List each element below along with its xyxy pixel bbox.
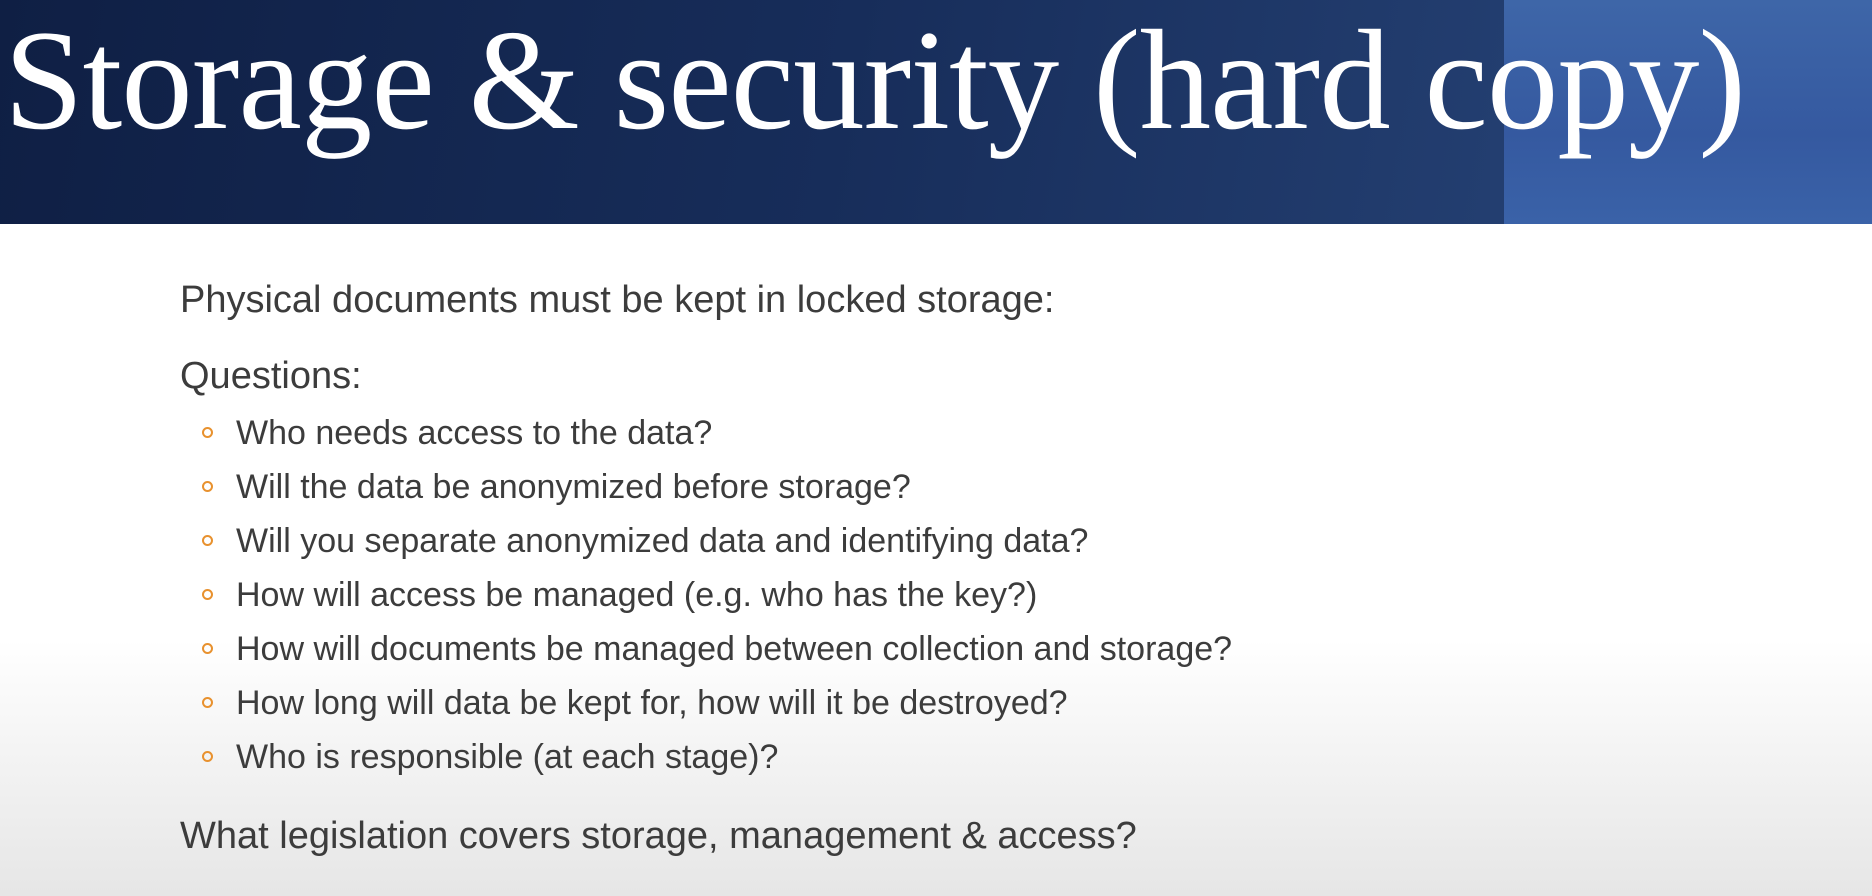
- hollow-circle-bullet-icon: [202, 427, 213, 438]
- hollow-circle-bullet-icon: [202, 751, 213, 762]
- intro-text: Physical documents must be kept in locke…: [180, 279, 1055, 321]
- hollow-circle-bullet-icon: [202, 643, 213, 654]
- question-text: Who is responsible (at each stage)?: [236, 738, 779, 776]
- list-item: Who needs access to the data?: [180, 406, 1780, 460]
- question-text: How will access be managed (e.g. who has…: [236, 576, 1038, 614]
- question-list: Who needs access to the data? Will the d…: [180, 406, 1780, 784]
- slide-title: Storage & security (hard copy): [4, 1, 1746, 159]
- list-item: Will the data be anonymized before stora…: [180, 460, 1780, 514]
- title-banner: Storage & security (hard copy): [0, 0, 1872, 224]
- list-item: Will you separate anonymized data and id…: [180, 514, 1780, 568]
- questions-heading: Questions:: [180, 355, 362, 397]
- list-item: How long will data be kept for, how will…: [180, 676, 1780, 730]
- hollow-circle-bullet-icon: [202, 697, 213, 708]
- list-item: How will access be managed (e.g. who has…: [180, 568, 1780, 622]
- question-text: How long will data be kept for, how will…: [236, 684, 1068, 722]
- question-text: Will the data be anonymized before stora…: [236, 468, 911, 506]
- list-item: How will documents be managed between co…: [180, 622, 1780, 676]
- hollow-circle-bullet-icon: [202, 589, 213, 600]
- list-item: Who is responsible (at each stage)?: [180, 730, 1780, 784]
- slide-body: Physical documents must be kept in locke…: [180, 270, 1780, 866]
- question-text: How will documents be managed between co…: [236, 630, 1233, 668]
- question-text: Will you separate anonymized data and id…: [236, 522, 1089, 560]
- hollow-circle-bullet-icon: [202, 535, 213, 546]
- hollow-circle-bullet-icon: [202, 481, 213, 492]
- closing-question: What legislation covers storage, managem…: [180, 815, 1137, 857]
- question-text: Who needs access to the data?: [236, 414, 713, 452]
- slide: Storage & security (hard copy) Physical …: [0, 0, 1872, 896]
